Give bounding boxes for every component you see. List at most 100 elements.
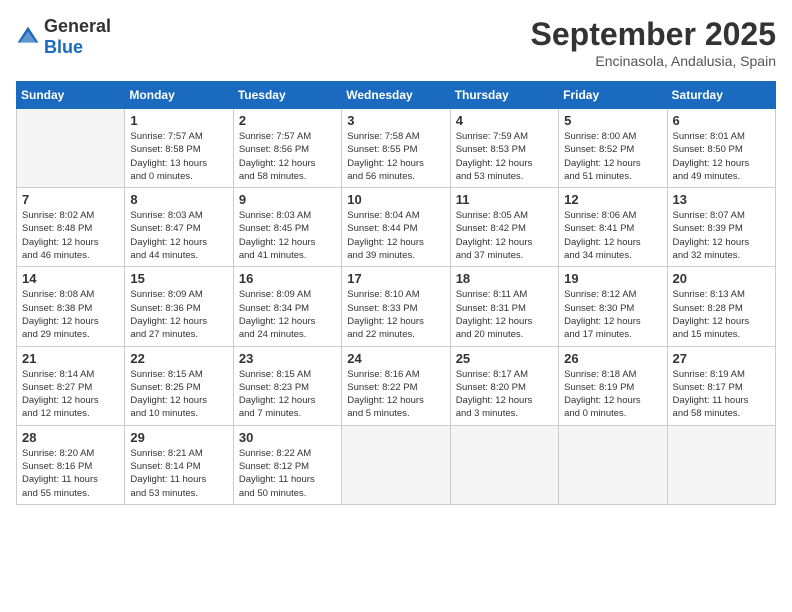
day-number: 30 (239, 430, 336, 445)
calendar-cell: 28 Sunrise: 8:20 AM Sunset: 8:16 PM Dayli… (17, 425, 125, 504)
month-title: September 2025 (531, 16, 776, 53)
calendar-cell: 7 Sunrise: 8:02 AM Sunset: 8:48 PM Daylig… (17, 188, 125, 267)
day-info: Sunrise: 7:57 AM Sunset: 8:58 PM Dayligh… (130, 130, 227, 183)
day-number: 16 (239, 271, 336, 286)
calendar-cell: 9 Sunrise: 8:03 AM Sunset: 8:45 PM Daylig… (233, 188, 341, 267)
weekday-header: Thursday (450, 82, 558, 109)
day-number: 1 (130, 113, 227, 128)
calendar-week-row: 14 Sunrise: 8:08 AM Sunset: 8:38 PM Dayli… (17, 267, 776, 346)
calendar-cell: 15 Sunrise: 8:09 AM Sunset: 8:36 PM Dayli… (125, 267, 233, 346)
day-info: Sunrise: 8:21 AM Sunset: 8:14 PM Dayligh… (130, 447, 227, 500)
day-number: 15 (130, 271, 227, 286)
day-number: 9 (239, 192, 336, 207)
day-info: Sunrise: 8:16 AM Sunset: 8:22 PM Dayligh… (347, 368, 444, 421)
calendar-cell (342, 425, 450, 504)
calendar-cell: 11Sunrise: 8:05 AM Sunset: 8:42 PM Dayli… (450, 188, 558, 267)
calendar-cell (667, 425, 775, 504)
calendar-cell: 6 Sunrise: 8:01 AM Sunset: 8:50 PM Daylig… (667, 109, 775, 188)
day-info: Sunrise: 8:02 AM Sunset: 8:48 PM Dayligh… (22, 209, 119, 262)
day-info: Sunrise: 8:15 AM Sunset: 8:25 PM Dayligh… (130, 368, 227, 421)
day-info: Sunrise: 7:59 AM Sunset: 8:53 PM Dayligh… (456, 130, 553, 183)
calendar-cell (559, 425, 667, 504)
day-info: Sunrise: 8:14 AM Sunset: 8:27 PM Dayligh… (22, 368, 119, 421)
calendar: SundayMondayTuesdayWednesdayThursdayFrid… (16, 81, 776, 505)
day-number: 7 (22, 192, 119, 207)
location: Encinasola, Andalusia, Spain (531, 53, 776, 69)
calendar-cell (450, 425, 558, 504)
logo-blue: Blue (44, 37, 83, 57)
calendar-header: SundayMondayTuesdayWednesdayThursdayFrid… (17, 82, 776, 109)
day-number: 24 (347, 351, 444, 366)
calendar-week-row: 28 Sunrise: 8:20 AM Sunset: 8:16 PM Dayli… (17, 425, 776, 504)
calendar-cell: 22 Sunrise: 8:15 AM Sunset: 8:25 PM Dayli… (125, 346, 233, 425)
day-number: 17 (347, 271, 444, 286)
calendar-week-row: 21 Sunrise: 8:14 AM Sunset: 8:27 PM Dayli… (17, 346, 776, 425)
day-number: 25 (456, 351, 553, 366)
weekday-header: Sunday (17, 82, 125, 109)
day-number: 28 (22, 430, 119, 445)
calendar-cell: 4Sunrise: 7:59 AM Sunset: 8:53 PM Daylig… (450, 109, 558, 188)
calendar-cell: 5 Sunrise: 8:00 AM Sunset: 8:52 PM Daylig… (559, 109, 667, 188)
logo: General Blue (16, 16, 111, 58)
day-info: Sunrise: 8:10 AM Sunset: 8:33 PM Dayligh… (347, 288, 444, 341)
calendar-cell: 20Sunrise: 8:13 AM Sunset: 8:28 PM Dayli… (667, 267, 775, 346)
day-info: Sunrise: 8:22 AM Sunset: 8:12 PM Dayligh… (239, 447, 336, 500)
day-info: Sunrise: 8:17 AM Sunset: 8:20 PM Dayligh… (456, 368, 553, 421)
calendar-cell: 30 Sunrise: 8:22 AM Sunset: 8:12 PM Dayli… (233, 425, 341, 504)
day-number: 13 (673, 192, 770, 207)
day-info: Sunrise: 8:04 AM Sunset: 8:44 PM Dayligh… (347, 209, 444, 262)
calendar-body: 1 Sunrise: 7:57 AM Sunset: 8:58 PM Daylig… (17, 109, 776, 505)
calendar-cell: 18 Sunrise: 8:11 AM Sunset: 8:31 PM Dayli… (450, 267, 558, 346)
day-number: 22 (130, 351, 227, 366)
day-info: Sunrise: 7:57 AM Sunset: 8:56 PM Dayligh… (239, 130, 336, 183)
day-number: 12 (564, 192, 661, 207)
calendar-week-row: 7 Sunrise: 8:02 AM Sunset: 8:48 PM Daylig… (17, 188, 776, 267)
day-info: Sunrise: 8:03 AM Sunset: 8:47 PM Dayligh… (130, 209, 227, 262)
day-info: Sunrise: 8:18 AM Sunset: 8:19 PM Dayligh… (564, 368, 661, 421)
calendar-cell: 29Sunrise: 8:21 AM Sunset: 8:14 PM Dayli… (125, 425, 233, 504)
day-info: Sunrise: 8:07 AM Sunset: 8:39 PM Dayligh… (673, 209, 770, 262)
day-number: 3 (347, 113, 444, 128)
day-number: 26 (564, 351, 661, 366)
calendar-cell: 13 Sunrise: 8:07 AM Sunset: 8:39 PM Dayli… (667, 188, 775, 267)
weekday-header: Tuesday (233, 82, 341, 109)
weekday-header: Saturday (667, 82, 775, 109)
day-info: Sunrise: 8:09 AM Sunset: 8:36 PM Dayligh… (130, 288, 227, 341)
calendar-cell: 25 Sunrise: 8:17 AM Sunset: 8:20 PM Dayli… (450, 346, 558, 425)
day-info: Sunrise: 8:06 AM Sunset: 8:41 PM Dayligh… (564, 209, 661, 262)
calendar-cell: 14 Sunrise: 8:08 AM Sunset: 8:38 PM Dayli… (17, 267, 125, 346)
weekday-header: Friday (559, 82, 667, 109)
day-info: Sunrise: 8:20 AM Sunset: 8:16 PM Dayligh… (22, 447, 119, 500)
calendar-cell: 26 Sunrise: 8:18 AM Sunset: 8:19 PM Dayli… (559, 346, 667, 425)
calendar-cell: 3 Sunrise: 7:58 AM Sunset: 8:55 PM Daylig… (342, 109, 450, 188)
calendar-cell: 24 Sunrise: 8:16 AM Sunset: 8:22 PM Dayli… (342, 346, 450, 425)
day-number: 21 (22, 351, 119, 366)
calendar-cell: 8 Sunrise: 8:03 AM Sunset: 8:47 PM Daylig… (125, 188, 233, 267)
day-number: 8 (130, 192, 227, 207)
weekday-header: Monday (125, 82, 233, 109)
title-area: September 2025 Encinasola, Andalusia, Sp… (531, 16, 776, 69)
day-info: Sunrise: 8:00 AM Sunset: 8:52 PM Dayligh… (564, 130, 661, 183)
weekday-header: Wednesday (342, 82, 450, 109)
day-number: 10 (347, 192, 444, 207)
calendar-week-row: 1 Sunrise: 7:57 AM Sunset: 8:58 PM Daylig… (17, 109, 776, 188)
day-number: 18 (456, 271, 553, 286)
calendar-cell: 27Sunrise: 8:19 AM Sunset: 8:17 PM Dayli… (667, 346, 775, 425)
calendar-cell: 19Sunrise: 8:12 AM Sunset: 8:30 PM Dayli… (559, 267, 667, 346)
day-info: Sunrise: 8:03 AM Sunset: 8:45 PM Dayligh… (239, 209, 336, 262)
day-number: 27 (673, 351, 770, 366)
day-info: Sunrise: 8:15 AM Sunset: 8:23 PM Dayligh… (239, 368, 336, 421)
day-number: 23 (239, 351, 336, 366)
day-number: 19 (564, 271, 661, 286)
day-number: 5 (564, 113, 661, 128)
day-number: 6 (673, 113, 770, 128)
day-number: 14 (22, 271, 119, 286)
day-info: Sunrise: 8:09 AM Sunset: 8:34 PM Dayligh… (239, 288, 336, 341)
day-info: Sunrise: 8:11 AM Sunset: 8:31 PM Dayligh… (456, 288, 553, 341)
calendar-cell: 12 Sunrise: 8:06 AM Sunset: 8:41 PM Dayli… (559, 188, 667, 267)
calendar-cell: 23 Sunrise: 8:15 AM Sunset: 8:23 PM Dayli… (233, 346, 341, 425)
day-info: Sunrise: 8:01 AM Sunset: 8:50 PM Dayligh… (673, 130, 770, 183)
calendar-cell: 2Sunrise: 7:57 AM Sunset: 8:56 PM Daylig… (233, 109, 341, 188)
day-info: Sunrise: 8:08 AM Sunset: 8:38 PM Dayligh… (22, 288, 119, 341)
day-info: Sunrise: 7:58 AM Sunset: 8:55 PM Dayligh… (347, 130, 444, 183)
